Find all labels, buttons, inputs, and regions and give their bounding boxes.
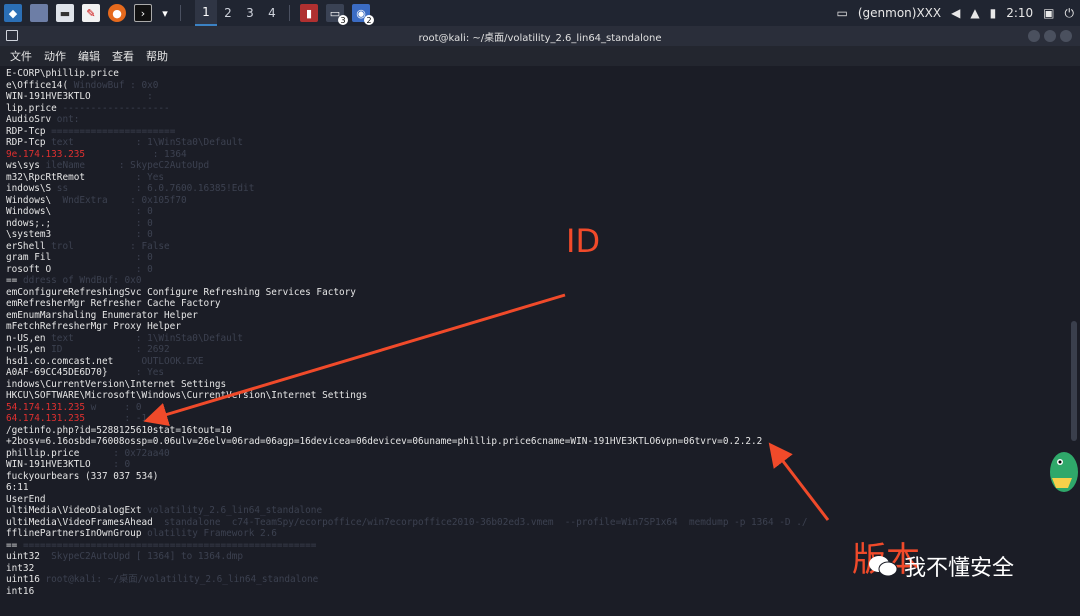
annotation-arrows [143, 293, 830, 521]
mascot-image [1042, 440, 1078, 500]
watermark: 我不懂安全 [868, 550, 1014, 582]
watermark-text: 我不懂安全 [904, 556, 1015, 581]
wechat-icon [869, 556, 898, 577]
id-annotation-label: ID [566, 222, 601, 260]
id-arrow [143, 293, 566, 427]
version-arrow [768, 442, 830, 521]
